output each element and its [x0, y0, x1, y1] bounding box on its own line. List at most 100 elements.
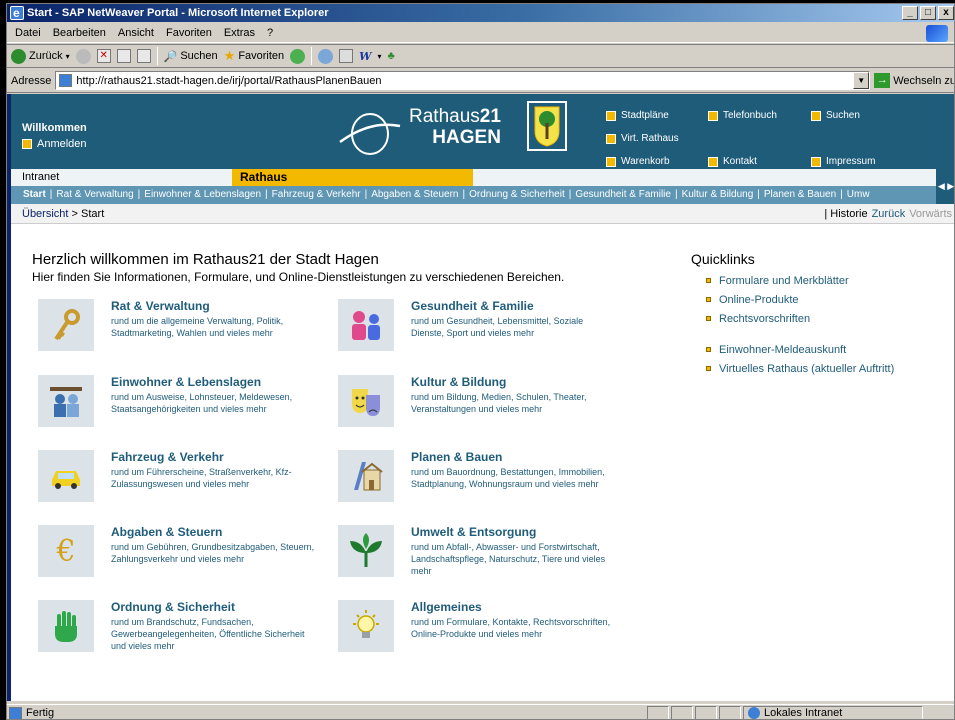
header-link-virt-rathaus[interactable]: Virt. Rathaus — [606, 133, 679, 144]
portal-header: Willkommen Anmelden Rathaus21 HAGEN Stad… — [11, 94, 954, 169]
subnav-item[interactable]: Start — [23, 189, 46, 200]
family-icon — [338, 299, 394, 351]
address-label: Adresse — [11, 74, 52, 87]
category-title[interactable]: Fahrzeug & Verkehr — [111, 450, 224, 464]
header-link-stadtplaene[interactable]: Stadtpläne — [606, 110, 669, 121]
sub-navigation: Start | Rat & Verwaltung | Einwohner & Leben… — [11, 186, 954, 204]
category-description: rund um Abfall-, Abwasser- und Forstwirt… — [411, 542, 606, 576]
print-icon[interactable] — [339, 49, 354, 63]
tab-intranet[interactable]: Intranet — [22, 171, 59, 183]
category-title[interactable]: Planen & Bauen — [411, 450, 502, 464]
category-title[interactable]: Gesundheit & Familie — [411, 299, 534, 313]
media-icon[interactable] — [290, 48, 306, 64]
history-forward-link: Vorwärts — [909, 208, 952, 220]
history-back-link[interactable]: Zurück — [872, 208, 906, 220]
search-label: Suchen — [180, 50, 218, 62]
messenger-icon[interactable]: ♣ — [388, 50, 395, 62]
subnav-item[interactable]: Einwohner & Lebenslagen — [144, 189, 261, 200]
category-title[interactable]: Kultur & Bildung — [411, 375, 506, 389]
category-description: rund um Bildung, Medien, Schulen, Theate… — [411, 392, 587, 414]
search-icon: 🔎 — [163, 50, 178, 63]
subnav-item[interactable]: Abgaben & Steuern — [371, 189, 458, 200]
top-tabs: Intranet Rathaus — [11, 169, 954, 186]
bullet-icon — [706, 316, 711, 321]
header-link-warenkorb[interactable]: Warenkorb — [606, 156, 670, 167]
close-button[interactable]: x — [938, 6, 954, 20]
search-button[interactable]: 🔎 Suchen — [164, 50, 218, 63]
breadcrumb-overview[interactable]: Übersicht — [22, 208, 68, 220]
refresh-icon[interactable] — [116, 49, 131, 63]
category-title[interactable]: Ordnung & Sicherheit — [111, 600, 235, 614]
subnav-item[interactable]: Planen & Bauen — [764, 189, 836, 200]
header-link-impressum[interactable]: Impressum — [811, 156, 875, 167]
header-link-suchen[interactable]: Suchen — [811, 110, 860, 121]
category-description: rund um Gesundheit, Lebensmittel, Sozial… — [411, 316, 584, 338]
menu-extras[interactable]: Extras — [224, 27, 255, 39]
word-edit-icon[interactable]: W — [359, 50, 371, 63]
quicklink-item[interactable]: Rechtsvorschriften — [706, 309, 894, 328]
home-icon[interactable] — [136, 49, 151, 63]
menu-ansicht[interactable]: Ansicht — [118, 27, 154, 39]
minimize-button[interactable]: _ — [902, 6, 918, 20]
forward-arrow-icon[interactable] — [75, 48, 91, 64]
header-link-kontakt[interactable]: Kontakt — [708, 156, 757, 167]
history-controls: | Historie Zurück Vorwärts — [824, 208, 952, 220]
category-description: rund um Brandschutz, Fundsachen, Gewerbe… — [111, 617, 305, 651]
star-icon: ★ — [223, 48, 236, 63]
category-title[interactable]: Umwelt & Entsorgung — [411, 525, 536, 539]
status-left: Fertig — [7, 706, 647, 719]
header-link-label: Virt. Rathaus — [621, 133, 679, 144]
go-label: Wechseln zu — [893, 74, 955, 87]
ie-logo-icon — [926, 25, 948, 42]
subnav-scroll-arrows-icon[interactable]: ◀ ▶ — [936, 169, 954, 204]
tab-rathaus[interactable]: Rathaus — [232, 169, 473, 186]
back-button[interactable]: Zurück ▾ — [11, 48, 70, 64]
header-link-label: Suchen — [826, 110, 860, 121]
header-link-label: Impressum — [826, 156, 876, 167]
browser-window: Start - SAP NetWeaver Portal - Microsoft… — [6, 3, 955, 720]
status-text: Fertig — [26, 707, 55, 719]
address-dropdown-icon[interactable]: ▼ — [853, 72, 870, 89]
welcome-title: Willkommen — [22, 122, 87, 134]
subnav-item[interactable]: Kultur & Bildung — [682, 189, 754, 200]
subnav-item[interactable]: Gesundheit & Familie — [575, 189, 671, 200]
category-title[interactable]: Rat & Verwaltung — [111, 299, 210, 313]
bullet-icon — [706, 366, 711, 371]
maximize-button[interactable]: □ — [920, 6, 936, 20]
subnav-item[interactable]: Fahrzeug & Verkehr — [272, 189, 361, 200]
history-link[interactable]: | Historie — [824, 208, 867, 220]
address-input[interactable]: http://rathaus21.stadt-hagen.de/irj/port… — [55, 71, 871, 90]
address-url: http://rathaus21.stadt-hagen.de/irj/port… — [76, 74, 382, 87]
go-button[interactable]: → Wechseln zu — [874, 73, 955, 88]
toolbar: Zurück ▾ ✕ 🔎 Suchen ★ Favoriten W ▾ ♣ — [7, 44, 954, 68]
subnav-item[interactable]: Ordnung & Sicherheit — [469, 189, 565, 200]
stop-icon[interactable]: ✕ — [96, 49, 111, 63]
menu-datei[interactable]: Datei — [15, 27, 41, 39]
category-description: rund um Ausweise, Lohnsteuer, Meldewesen… — [111, 392, 293, 414]
subnav-item[interactable]: Umw — [847, 189, 870, 200]
category-title[interactable]: Abgaben & Steuern — [111, 525, 222, 539]
header-link-label: Warenkorb — [621, 156, 670, 167]
euro-icon: € — [38, 525, 94, 577]
mail-icon[interactable] — [318, 48, 334, 64]
lightbulb-icon — [338, 600, 394, 652]
quicklink-label: Virtuelles Rathaus (aktueller Auftritt) — [719, 362, 895, 375]
bullet-icon — [708, 110, 718, 121]
quicklink-item[interactable]: Online-Produkte — [706, 290, 894, 309]
category-title[interactable]: Einwohner & Lebenslagen — [111, 375, 261, 389]
menu-bearbeiten[interactable]: Bearbeiten — [53, 27, 106, 39]
favorites-button[interactable]: ★ Favoriten — [224, 48, 285, 64]
category-title[interactable]: Allgemeines — [411, 600, 482, 614]
menu-favoriten[interactable]: Favoriten — [166, 27, 212, 39]
quicklink-item[interactable]: Formulare und Merkblätter — [706, 271, 894, 290]
quicklink-item[interactable]: Virtuelles Rathaus (aktueller Auftritt) — [706, 359, 894, 378]
menu-help[interactable]: ? — [267, 27, 273, 39]
login-link[interactable]: Anmelden — [22, 138, 87, 150]
zone-label: Lokales Intranet — [764, 707, 843, 719]
bullet-icon — [708, 156, 718, 167]
quicklink-item[interactable]: Einwohner-Meldeauskunft — [706, 340, 894, 359]
dropdown-arrow-icon: ▾ — [377, 51, 382, 61]
subnav-item[interactable]: Rat & Verwaltung — [56, 189, 133, 200]
page-done-icon — [9, 706, 22, 719]
header-link-telefonbuch[interactable]: Telefonbuch — [708, 110, 777, 121]
